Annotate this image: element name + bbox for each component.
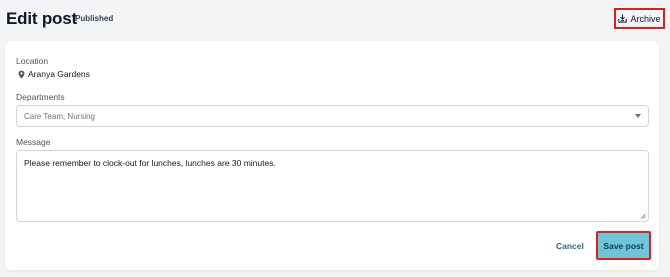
- archive-button[interactable]: Archive: [614, 8, 665, 29]
- save-post-button[interactable]: Save post: [596, 231, 651, 260]
- departments-label: Departments: [16, 92, 65, 102]
- archive-label: Archive: [630, 13, 661, 24]
- status-badge: Published: [75, 14, 114, 23]
- message-textarea[interactable]: Please remember to clock-out for lunches…: [16, 150, 649, 222]
- location-value: Aranya Gardens: [18, 69, 90, 79]
- message-text: Please remember to clock-out for lunches…: [24, 158, 276, 168]
- save-post-label: Save post: [603, 240, 644, 251]
- archive-download-icon: [618, 14, 628, 23]
- cancel-button[interactable]: Cancel: [556, 241, 584, 251]
- departments-selected-value: Care Team, Nursing: [24, 112, 95, 121]
- edit-post-card: Location Aranya Gardens Departments Care…: [5, 41, 659, 270]
- page-header: Edit post Published Archive: [0, 0, 670, 38]
- location-label: Location: [16, 56, 49, 66]
- page-title: Edit post: [6, 9, 77, 28]
- resize-handle-icon[interactable]: [640, 213, 646, 219]
- departments-select[interactable]: Care Team, Nursing: [16, 105, 649, 127]
- location-text: Aranya Gardens: [28, 69, 90, 79]
- message-label: Message: [16, 137, 51, 147]
- map-pin-icon: [18, 70, 25, 79]
- chevron-down-icon: [635, 114, 641, 118]
